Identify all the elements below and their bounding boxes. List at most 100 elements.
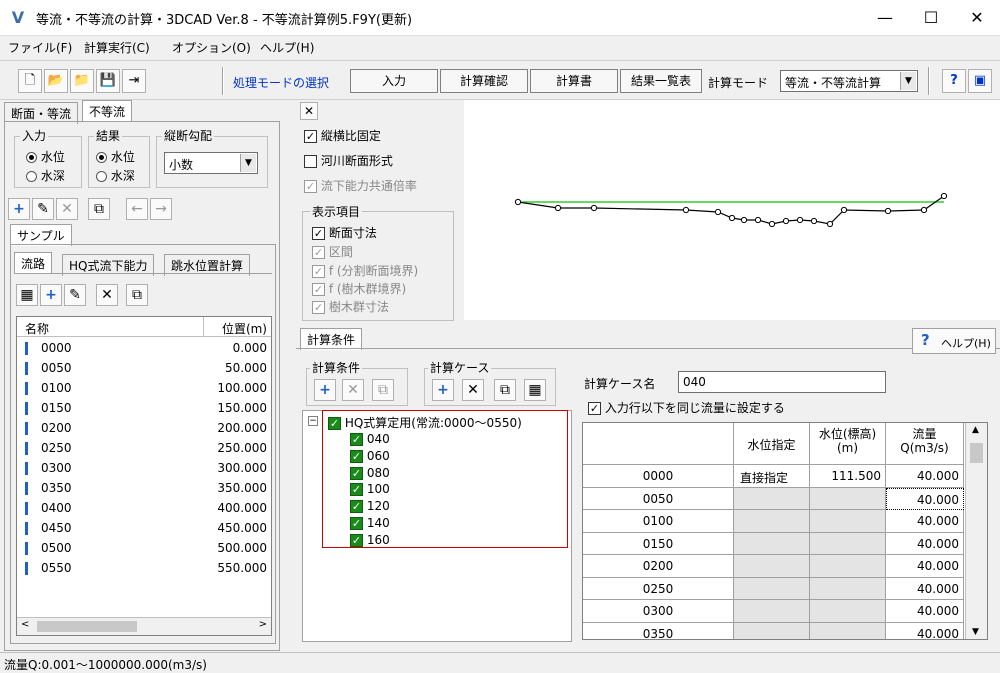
grid-cell-wl[interactable] [810, 487, 886, 510]
grid-cell-q[interactable]: 40.000 [886, 555, 964, 578]
chevron-left-icon[interactable]: < [21, 619, 29, 630]
delete-icon[interactable]: ✕ [96, 284, 118, 306]
menu-file[interactable]: ファイル(F) [8, 39, 72, 56]
result-radio-depth[interactable]: 水深 [96, 167, 135, 184]
copy-icon[interactable]: ⧉ [88, 198, 110, 220]
vertical-scrollbar[interactable]: ▲ ▼ [965, 423, 987, 639]
minimize-button[interactable]: — [862, 0, 908, 36]
calc-mode-select[interactable]: 等流・不等流計算 ▼ [780, 70, 918, 92]
close-icon[interactable]: ✕ [300, 102, 318, 120]
delete-icon[interactable]: ✕ [342, 379, 364, 401]
result-list-button[interactable]: 結果一覧表 [620, 69, 702, 93]
delete-icon[interactable]: ✕ [56, 198, 78, 220]
grid-cell-q[interactable]: 40.000 [886, 510, 964, 533]
display-interval-checkbox[interactable]: ✓ 区間 [312, 243, 353, 260]
collapse-icon[interactable]: − [308, 416, 318, 426]
grid-cell-wl[interactable] [810, 577, 886, 600]
open-recent-icon[interactable]: 📁 [70, 69, 94, 93]
tab-channel[interactable]: 流路 [14, 252, 53, 274]
grid-cell-wl[interactable] [810, 622, 886, 639]
same-flow-checkbox[interactable]: ✓ 入力行以下を同じ流量に設定する [588, 399, 785, 416]
list-item[interactable]: 0450 450.000 [17, 518, 271, 538]
grid-cell-q[interactable]: 40.000 [886, 622, 964, 639]
tree-item[interactable]: ✓ 160 [350, 533, 390, 547]
horizontal-scrollbar[interactable]: < > [17, 617, 271, 635]
list-item[interactable]: 0150 150.000 [17, 398, 271, 418]
tree-item[interactable]: ✓ 040 [350, 432, 390, 446]
delete-icon[interactable]: ✕ [462, 379, 484, 401]
tab-nonuniform[interactable]: 不等流 [82, 100, 133, 122]
grid-cell-wl[interactable] [810, 555, 886, 578]
grid-row-header[interactable]: 0150 [583, 532, 734, 555]
edit-pencil-icon[interactable]: ✎ [64, 284, 86, 306]
chevron-down-icon[interactable]: ▼ [972, 627, 979, 637]
add-icon[interactable]: + [40, 284, 62, 306]
tree-item[interactable]: ✓ 060 [350, 449, 390, 463]
tree-item[interactable]: ✓ 120 [350, 499, 390, 514]
grid-cell-wl[interactable] [810, 510, 886, 533]
result-radio-wl[interactable]: 水位 [96, 148, 135, 165]
display-f-tree-checkbox[interactable]: ✓ f (樹木群境界) [312, 280, 406, 297]
river-section-checkbox[interactable]: 河川断面形式 [304, 152, 393, 169]
chevron-right-icon[interactable]: > [259, 619, 267, 630]
list-item[interactable]: 0300 300.000 [17, 458, 271, 478]
add-icon[interactable]: + [8, 198, 30, 220]
add-icon[interactable]: + [432, 379, 454, 401]
display-dim-checkbox[interactable]: ✓ 断面寸法 [312, 224, 377, 241]
grid-cell-q[interactable]: 40.000 [886, 487, 964, 510]
section-list[interactable]: 名称 位置(m) 0000 0.000 0050 50.000 0100 100.000 0… [16, 316, 272, 636]
close-window-button[interactable]: ✕ [954, 0, 1000, 36]
new-file-icon[interactable]: 🗋 [18, 69, 42, 93]
flow-common-checkbox[interactable]: ✓ 流下能力共通倍率 [304, 177, 417, 194]
scroll-thumb[interactable] [37, 621, 137, 632]
display-f-split-checkbox[interactable]: ✓ f (分割断面境界) [312, 262, 418, 279]
grid-row-header[interactable]: 0000 [583, 465, 734, 488]
list-item[interactable]: 0250 250.000 [17, 438, 271, 458]
list-item[interactable]: 0350 350.000 [17, 478, 271, 498]
grid-cell-q[interactable]: 40.000 [886, 600, 964, 623]
grid-row-header[interactable]: 0200 [583, 555, 734, 578]
list-item[interactable]: 0000 0.000 [17, 338, 271, 358]
grid-cell-wl[interactable]: 111.500 [810, 465, 886, 488]
grid-cell-q[interactable]: 40.000 [886, 465, 964, 488]
add-icon[interactable]: + [314, 379, 336, 401]
arrow-left-icon[interactable]: ← [126, 198, 148, 220]
list-item[interactable]: 0550 550.000 [17, 558, 271, 578]
maximize-button[interactable]: ☐ [908, 0, 954, 36]
chevron-up-icon[interactable]: ▲ [972, 425, 979, 435]
tree-item[interactable]: ✓ 080 [350, 466, 390, 480]
scroll-thumb[interactable] [970, 443, 983, 463]
grid-row-header[interactable]: 0350 [583, 622, 734, 639]
help-button[interactable]: ? ヘルプ(H) [912, 328, 996, 354]
grid-row-header[interactable]: 0050 [583, 487, 734, 510]
list-item[interactable]: 0400 400.000 [17, 498, 271, 518]
edit-pencil-icon[interactable]: ✎ [32, 198, 54, 220]
export-icon[interactable]: ⇥ [122, 69, 146, 93]
grid-cell-spec[interactable] [734, 577, 810, 600]
grid-cell-wl[interactable] [810, 600, 886, 623]
grid-cell-wl[interactable] [810, 532, 886, 555]
grid-cell-spec[interactable] [734, 487, 810, 510]
copy-icon[interactable]: ⧉ [126, 284, 148, 306]
arrow-right-icon[interactable]: → [150, 198, 172, 220]
grid-cell-q[interactable]: 40.000 [886, 577, 964, 600]
grid-cell-spec[interactable] [734, 555, 810, 578]
list-item[interactable]: 0500 500.000 [17, 538, 271, 558]
grid-cell-spec[interactable] [734, 600, 810, 623]
section-view[interactable] [464, 100, 1000, 320]
open-folder-icon[interactable]: 📂 [44, 69, 68, 93]
grid-cell-spec[interactable]: 直接指定 [734, 465, 810, 488]
3d-cube-icon[interactable]: ▣ [968, 69, 992, 93]
list-item[interactable]: 0200 200.000 [17, 418, 271, 438]
grid-row-header[interactable]: 0100 [583, 510, 734, 533]
input-radio-depth[interactable]: 水深 [26, 167, 65, 184]
menu-calc-run[interactable]: 計算実行(C) [84, 39, 150, 56]
tab-calc-conditions[interactable]: 計算条件 [300, 328, 363, 350]
grid-cell-spec[interactable] [734, 532, 810, 555]
copy-icon[interactable]: ⧉ [372, 379, 394, 401]
save-icon[interactable]: 💾 [96, 69, 120, 93]
list-item[interactable]: 0050 50.000 [17, 358, 271, 378]
tree-root[interactable]: ✓ HQ式算定用(常流:0000〜0550) [328, 414, 522, 431]
tab-sample[interactable]: サンプル [10, 224, 72, 246]
copy-icon[interactable]: ⧉ [494, 379, 516, 401]
